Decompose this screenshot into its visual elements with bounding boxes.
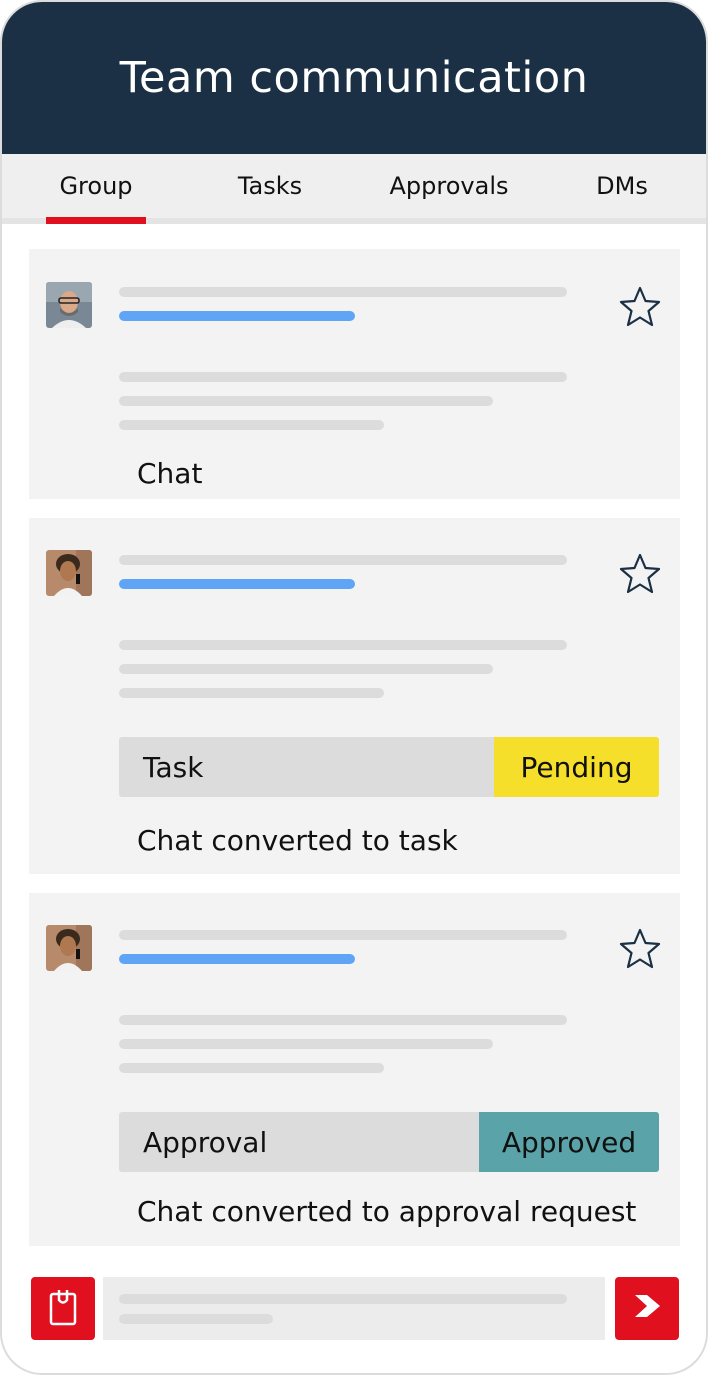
attach-button[interactable] xyxy=(31,1277,95,1340)
tab-label: Approvals xyxy=(389,172,509,200)
message-input[interactable] xyxy=(103,1277,605,1340)
tag-label: Task xyxy=(143,750,204,784)
page-title: Team communication xyxy=(119,53,589,103)
card-caption: Chat converted to task xyxy=(137,824,458,857)
tab-label: Tasks xyxy=(237,172,303,200)
text-placeholder xyxy=(119,1015,567,1025)
avatar xyxy=(46,550,92,596)
text-placeholder xyxy=(119,688,384,698)
text-placeholder xyxy=(119,396,493,406)
send-button[interactable] xyxy=(615,1277,679,1340)
status-badge: Approved xyxy=(479,1112,659,1172)
approval-tag[interactable]: Approval Approved xyxy=(119,1112,659,1172)
name-placeholder xyxy=(119,954,355,964)
text-placeholder xyxy=(119,930,567,940)
text-placeholder xyxy=(119,420,384,430)
tab-approvals[interactable]: Approvals xyxy=(374,154,524,218)
text-placeholder xyxy=(119,1314,273,1324)
tab-group[interactable]: Group xyxy=(46,154,146,224)
tab-label: Group xyxy=(59,172,133,200)
task-tag[interactable]: Task Pending xyxy=(119,737,659,797)
text-placeholder xyxy=(119,372,567,382)
send-chevron-icon xyxy=(632,1294,662,1323)
avatar xyxy=(46,925,92,971)
text-placeholder xyxy=(119,287,567,297)
star-icon[interactable] xyxy=(618,927,662,971)
app-header: Team communication xyxy=(2,2,706,154)
tab-label: DMs xyxy=(596,172,648,200)
text-placeholder xyxy=(119,664,493,674)
message-card[interactable]: Chat xyxy=(29,249,680,499)
message-card[interactable]: Task Pending Chat converted to task xyxy=(29,518,680,874)
text-placeholder xyxy=(119,1063,384,1073)
tab-tasks[interactable]: Tasks xyxy=(222,154,318,218)
status-badge: Pending xyxy=(494,737,659,797)
card-caption: Chat converted to approval request xyxy=(137,1195,637,1228)
star-icon[interactable] xyxy=(618,552,662,596)
app-frame: Team communication Group Tasks Approvals… xyxy=(0,0,708,1375)
message-card[interactable]: Approval Approved Chat converted to appr… xyxy=(29,893,680,1246)
tab-dms[interactable]: DMs xyxy=(586,154,658,218)
clipboard-icon xyxy=(48,1286,78,1331)
text-placeholder xyxy=(119,640,567,650)
tab-bar: Group Tasks Approvals DMs xyxy=(2,154,706,224)
avatar xyxy=(46,282,92,328)
star-icon[interactable] xyxy=(618,285,662,329)
name-placeholder xyxy=(119,311,355,321)
name-placeholder xyxy=(119,579,355,589)
card-caption: Chat xyxy=(137,457,203,490)
text-placeholder xyxy=(119,1294,567,1304)
tag-label: Approval xyxy=(143,1125,268,1159)
text-placeholder xyxy=(119,1039,493,1049)
text-placeholder xyxy=(119,555,567,565)
